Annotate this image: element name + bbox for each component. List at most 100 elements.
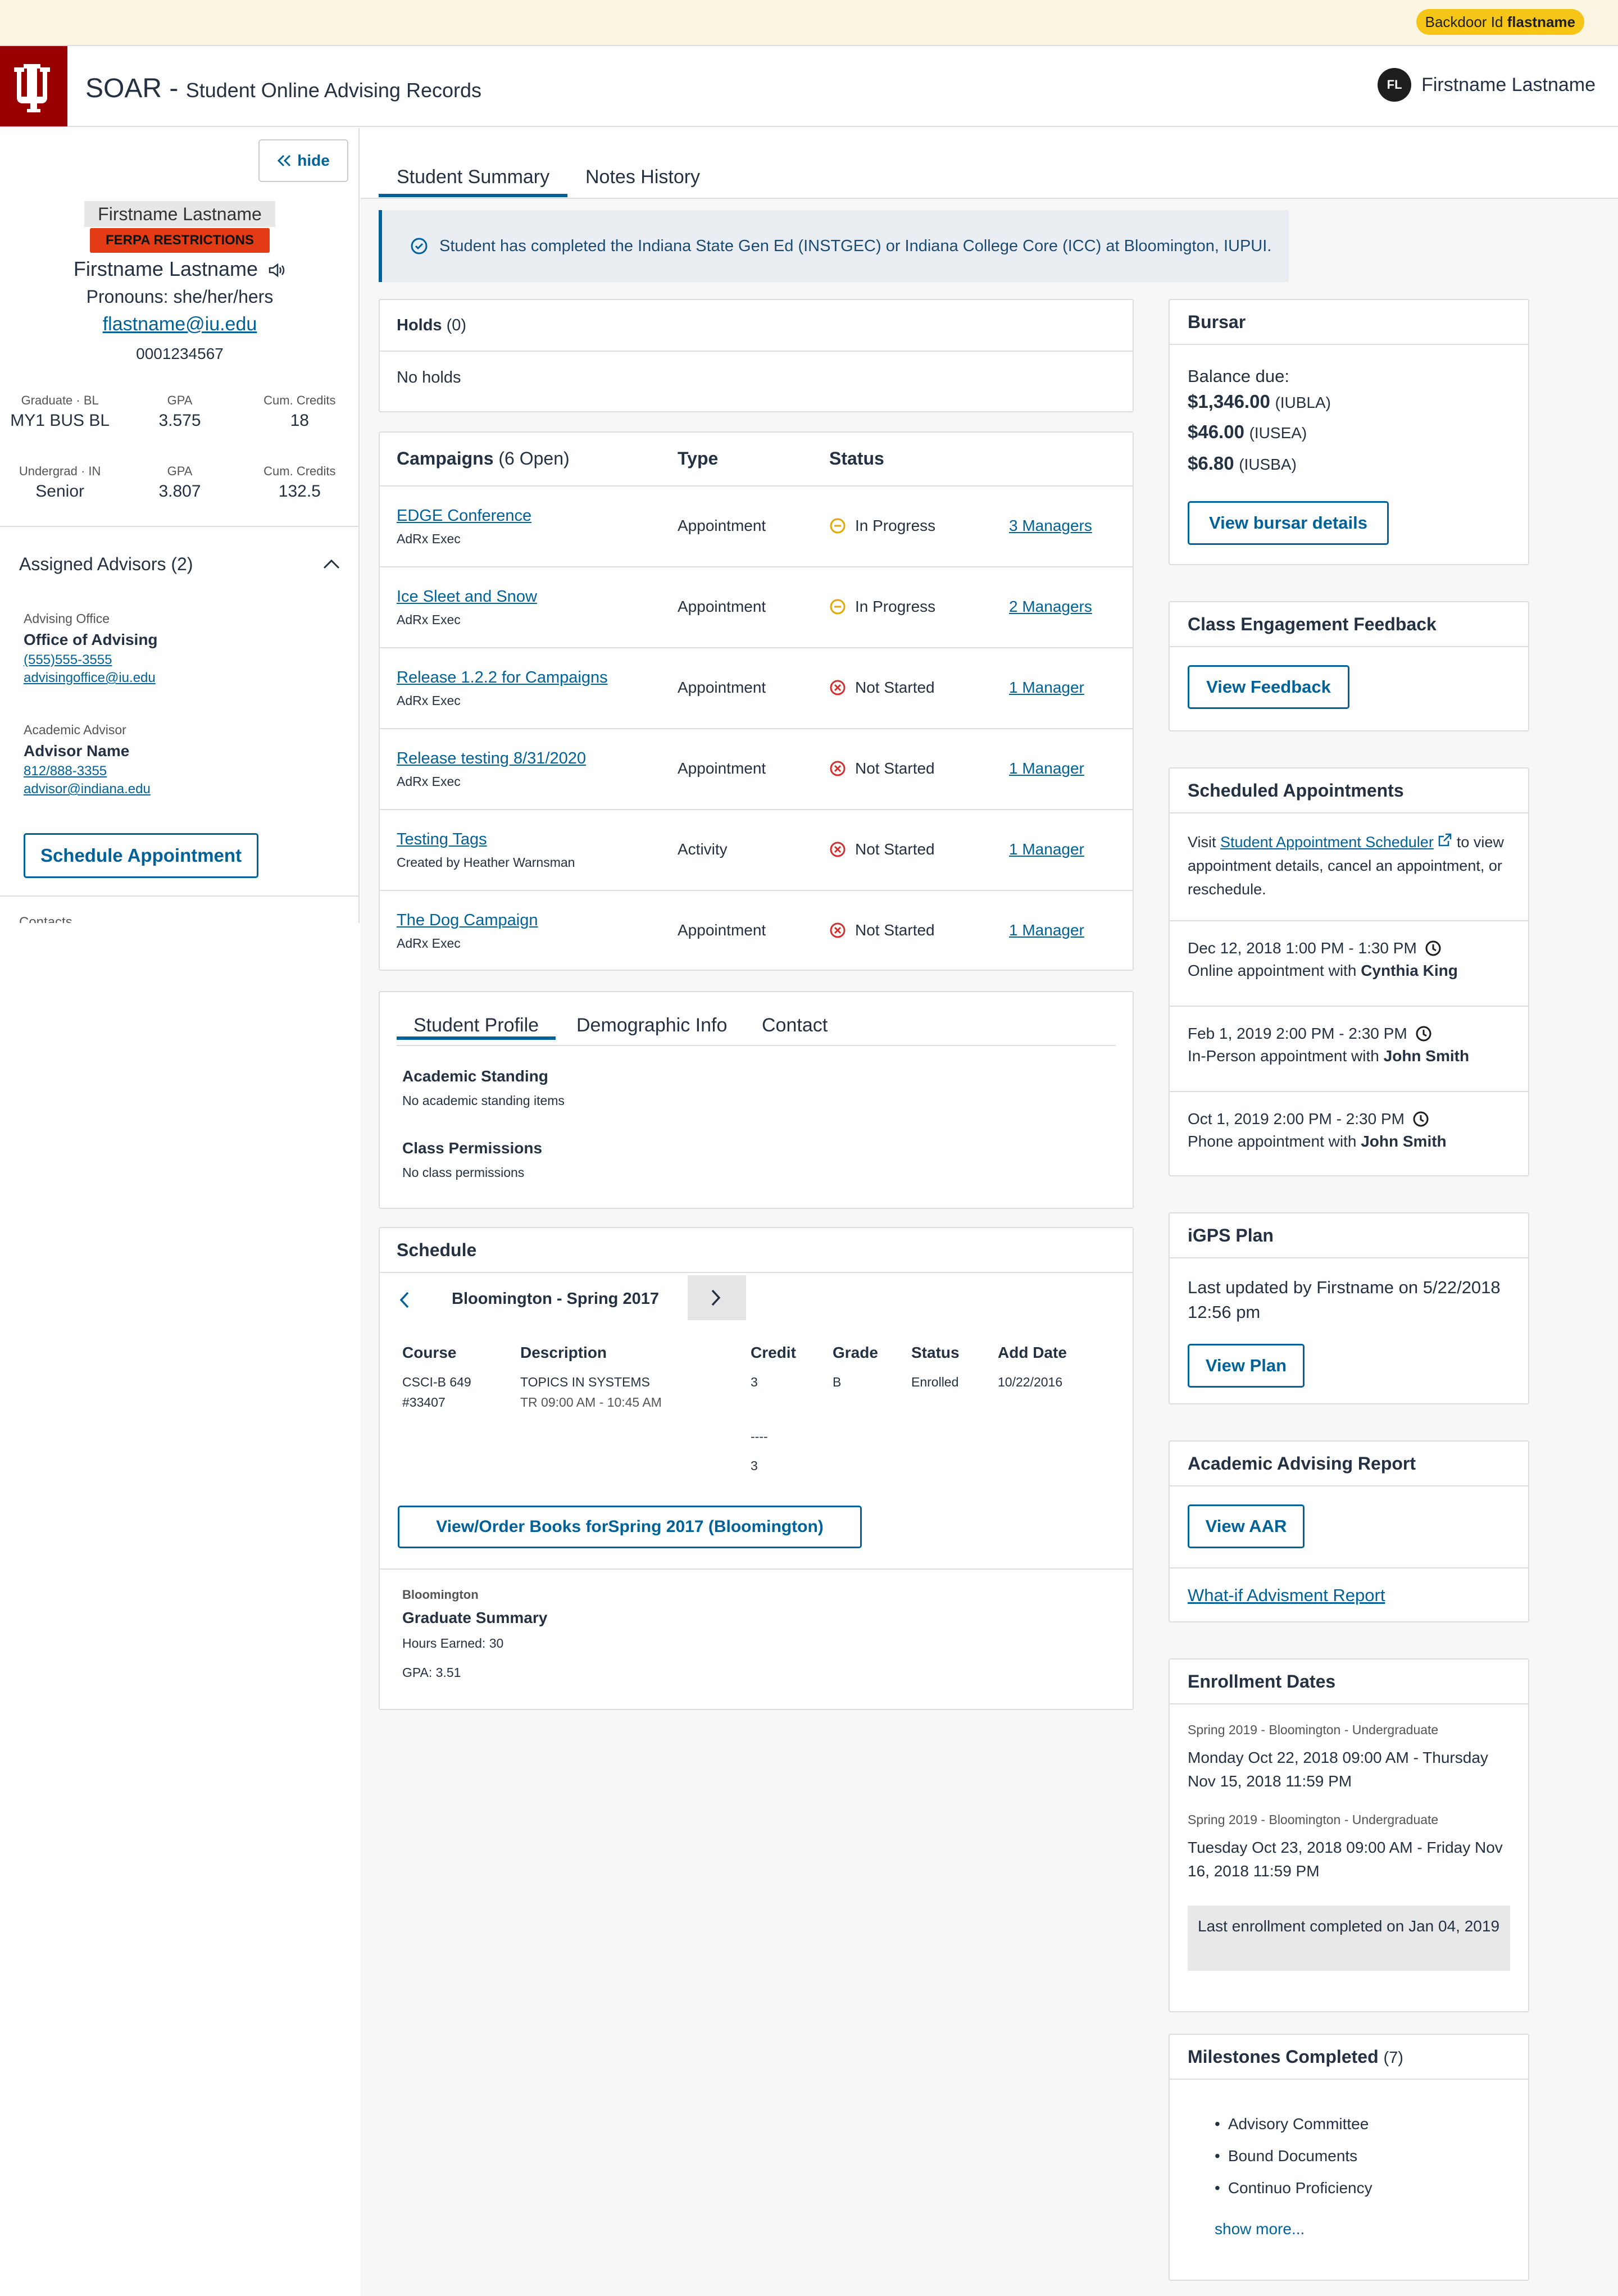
campaign-status: Not Started bbox=[829, 921, 935, 939]
campaign-link[interactable]: EDGE Conference bbox=[397, 507, 531, 525]
managers-link[interactable]: 1 Manager bbox=[1009, 921, 1084, 939]
managers-link[interactable]: 1 Manager bbox=[1009, 679, 1084, 697]
schedule-title: Schedule bbox=[397, 1239, 477, 1260]
campaign-link[interactable]: Ice Sleet and Snow bbox=[397, 588, 537, 606]
advisor-phone-link[interactable]: (555)555-3555 bbox=[24, 652, 158, 668]
course-cell: CSCI-B 649 #33407 bbox=[402, 1375, 471, 1410]
campaign-link[interactable]: Release 1.2.2 for Campaigns bbox=[397, 669, 608, 687]
campaign-row: Release 1.2.2 for Campaigns AdRx Exec Appo… bbox=[380, 647, 1133, 728]
next-term-button[interactable] bbox=[688, 1275, 746, 1320]
contacts-heading: Contacts bbox=[19, 915, 72, 923]
app-title: SOAR - Student Online Advising Records bbox=[85, 74, 481, 103]
managers-link[interactable]: 2 Managers bbox=[1009, 598, 1092, 616]
standing-title: Academic Standing bbox=[402, 1067, 548, 1085]
schedule-appointment-button[interactable]: Schedule Appointment bbox=[24, 833, 258, 878]
igps-plan-card: iGPS Plan Last updated by Firstname on 5… bbox=[1169, 1212, 1529, 1404]
student-name: Firstname Lastname bbox=[0, 257, 358, 281]
milestones-card: Milestones Completed (7) • Advisory Commi… bbox=[1169, 2034, 1529, 2281]
schedule-card: Schedule Bloomington - Spring 2017 Cours… bbox=[379, 1227, 1134, 1710]
balance-3: $6.80 (IUSBA) bbox=[1188, 453, 1297, 474]
iu-logo[interactable] bbox=[0, 46, 67, 126]
in-progress-icon bbox=[830, 599, 846, 615]
scheduler-note: Visit Student Appointment Scheduler to v… bbox=[1188, 833, 1504, 898]
managers-link[interactable]: 1 Manager bbox=[1009, 840, 1084, 858]
advisor-email-link[interactable]: advisingoffice@iu.edu bbox=[24, 670, 158, 686]
view-aar-button[interactable]: View AAR bbox=[1188, 1504, 1305, 1548]
not-started-icon bbox=[830, 922, 846, 938]
campaign-link[interactable]: Testing Tags bbox=[397, 830, 487, 849]
backdoor-label: Backdoor Id bbox=[1425, 13, 1503, 30]
divider bbox=[380, 1568, 1133, 1570]
order-books-button[interactable]: View/Order Books forSpring 2017 (Bloomin… bbox=[398, 1506, 862, 1548]
summary-gpa: GPA: 3.51 bbox=[402, 1665, 461, 1680]
user-menu[interactable]: FL Firstname Lastname bbox=[1378, 66, 1596, 103]
not-started-icon bbox=[830, 680, 846, 695]
chevron-right-icon bbox=[711, 1289, 721, 1306]
campaign-link[interactable]: The Dog Campaign bbox=[397, 911, 538, 930]
col-grade: Grade bbox=[833, 1344, 878, 1361]
advisors-heading[interactable]: Assigned Advisors (2) bbox=[19, 554, 193, 575]
view-bursar-details-button[interactable]: View bursar details bbox=[1188, 501, 1389, 545]
clock-icon bbox=[1416, 1026, 1431, 1042]
program-undergrad: Undergrad · IN Senior GPA 3.807 Cum. Credi… bbox=[19, 464, 336, 501]
credit-total: 3 bbox=[751, 1458, 758, 1473]
holds-title: Holds (0) bbox=[397, 316, 467, 334]
advisor-academic: Academic Advisor Advisor Name 812/888-33… bbox=[24, 722, 151, 797]
campaign-row: Ice Sleet and Snow AdRx Exec Appointment In… bbox=[380, 566, 1133, 647]
gen-ed-banner: Student has completed the Indiana State … bbox=[379, 210, 1289, 282]
engagement-feedback-card: Class Engagement Feedback View Feedback bbox=[1169, 601, 1529, 731]
managers-link[interactable]: 1 Manager bbox=[1009, 760, 1084, 778]
show-more-link[interactable]: show more... bbox=[1215, 2220, 1305, 2238]
credit-dash: ---- bbox=[751, 1429, 768, 1444]
igps-updated: Last updated by Firstname on 5/22/2018 1… bbox=[1188, 1277, 1501, 1322]
enroll-range-1: Monday Oct 22, 2018 09:00 AM - Thursday … bbox=[1188, 1749, 1488, 1790]
campaign-status: Not Started bbox=[829, 679, 935, 697]
grade-cell: B bbox=[833, 1375, 842, 1389]
add-date-cell: 10/22/2016 bbox=[998, 1375, 1063, 1389]
holds-empty: No holds bbox=[397, 369, 461, 387]
enroll-range-2: Tuesday Oct 23, 2018 09:00 AM - Friday N… bbox=[1188, 1839, 1503, 1880]
campaign-owner: AdRx Exec bbox=[397, 612, 461, 627]
program-graduate: Graduate · BL MY1 BUS BL GPA 3.575 Cum. Cr… bbox=[10, 393, 336, 430]
external-link-icon bbox=[1439, 833, 1452, 847]
speaker-icon[interactable] bbox=[268, 262, 286, 278]
tab-demographic-info[interactable]: Demographic Info bbox=[576, 1015, 727, 1043]
bursar-card: Bursar Balance due: $1,346.00 (IUBLA) $4… bbox=[1169, 299, 1529, 565]
divider bbox=[0, 526, 358, 527]
hide-sidebar-button[interactable]: hide bbox=[258, 139, 348, 182]
schedule-term: Bloomington - Spring 2017 bbox=[452, 1290, 659, 1308]
scheduler-link[interactable]: Student Appointment Scheduler bbox=[1220, 834, 1434, 851]
permissions-title: Class Permissions bbox=[402, 1139, 543, 1157]
tab-student-summary[interactable]: Student Summary bbox=[379, 166, 568, 197]
app-header: SOAR - Student Online Advising Records F… bbox=[0, 46, 1618, 127]
managers-link[interactable]: 3 Managers bbox=[1009, 517, 1092, 535]
backdoor-bar: Backdoor Id flastname bbox=[0, 0, 1618, 46]
col-status: Status bbox=[911, 1344, 960, 1361]
backdoor-user: flastname bbox=[1507, 13, 1575, 30]
campaign-link[interactable]: Release testing 8/31/2020 bbox=[397, 749, 586, 768]
check-circle-icon bbox=[411, 238, 428, 254]
user-name: Firstname Lastname bbox=[1421, 74, 1596, 96]
tab-contact[interactable]: Contact bbox=[762, 1015, 828, 1043]
backdoor-pill: Backdoor Id flastname bbox=[1416, 9, 1584, 35]
tab-student-profile[interactable]: Student Profile bbox=[397, 1015, 556, 1040]
tab-notes-history[interactable]: Notes History bbox=[585, 166, 700, 194]
academic-advising-report-card: Academic Advising Report View AAR What-i… bbox=[1169, 1440, 1529, 1622]
view-plan-button[interactable]: View Plan bbox=[1188, 1344, 1305, 1388]
campaign-row: Testing Tags Created by Heather Warnsman A… bbox=[380, 809, 1133, 890]
view-feedback-button[interactable]: View Feedback bbox=[1188, 665, 1349, 709]
student-email[interactable]: flastname@iu.edu bbox=[0, 313, 358, 335]
advisor-email-link[interactable]: advisor@indiana.edu bbox=[24, 781, 151, 797]
chevron-up-icon[interactable] bbox=[322, 558, 340, 570]
campaign-owner: AdRx Exec bbox=[397, 531, 461, 546]
advisor-phone-link[interactable]: 812/888-3355 bbox=[24, 763, 151, 779]
appointment-item: Dec 12, 2018 1:00 PM - 1:30 PM Online app… bbox=[1170, 920, 1528, 1006]
chevron-left-icon[interactable] bbox=[399, 1291, 410, 1309]
appointments-title: Scheduled Appointments bbox=[1188, 780, 1404, 801]
main-content: Student Summary Notes History Student ha… bbox=[361, 128, 1618, 2296]
what-if-report-link[interactable]: What-if Advisment Report bbox=[1188, 1585, 1385, 1606]
campaign-row: The Dog Campaign AdRx Exec Appointment Not … bbox=[380, 890, 1133, 971]
milestone-item: • Bound Documents bbox=[1215, 2147, 1358, 2165]
campaign-status: Not Started bbox=[829, 760, 935, 778]
campaign-owner: AdRx Exec bbox=[397, 936, 461, 951]
